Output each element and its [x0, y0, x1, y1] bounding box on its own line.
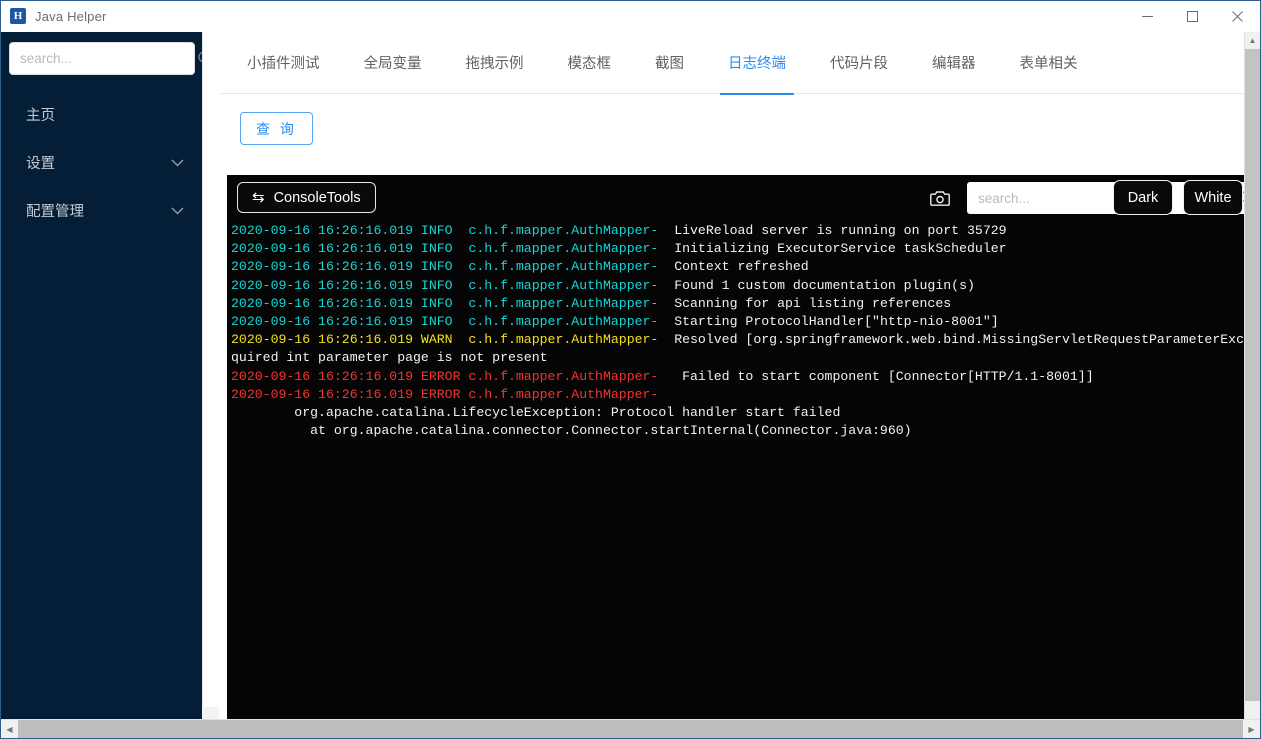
tab-label: 代码片段 — [830, 56, 888, 72]
log-line-prefix: 2020-09-16 16:26:16.019 INFO c.h.f.mappe… — [231, 295, 675, 311]
tab-drag-example[interactable]: 拖拽示例 — [444, 32, 546, 94]
sidebar-nav: 主页 设置 配置管理 — [1, 90, 202, 234]
sidebar-search[interactable] — [9, 42, 213, 75]
sidebar-item-label: 配置管理 — [26, 203, 84, 220]
tab-label: 模态框 — [567, 56, 612, 72]
log-line-prefix: 2020-09-16 16:26:16.019 INFO c.h.f.mappe… — [231, 314, 675, 330]
console-toolbar: ⇆ ConsoleTools search... Dark White — [227, 175, 1247, 222]
log-line: 2020-09-16 16:26:16.019 INFO c.h.f.mappe… — [231, 222, 1247, 240]
log-line-message: Found 1 custom documentation plugin(s) — [674, 277, 975, 293]
tab-label: 拖拽示例 — [465, 56, 524, 72]
sidebar-item-config-management[interactable]: 配置管理 — [1, 186, 202, 234]
log-line-message: Starting ProtocolHandler["http-nio-8001"… — [674, 314, 999, 330]
log-line-message: Context refreshed — [674, 259, 809, 275]
log-line: 2020-09-16 16:26:16.019 INFO c.h.f.mappe… — [231, 313, 1247, 331]
vertical-scroll-thumb[interactable] — [1245, 49, 1260, 701]
log-line: 2020-09-16 16:26:16.019 ERROR c.h.f.mapp… — [231, 368, 1247, 386]
console-tools-button[interactable]: ⇆ ConsoleTools — [237, 182, 376, 213]
tab-label: 截图 — [655, 56, 684, 72]
main-content: 小插件测试 全局变量 拖拽示例 模态框 截图 日志终端 代码片段 编辑器 表单相… — [220, 32, 1247, 738]
dark-theme-button[interactable]: Dark — [1113, 180, 1173, 215]
log-line-prefix: 2020-09-16 16:26:16.019 ERROR c.h.f.mapp… — [231, 368, 675, 384]
sidebar-item-label: 设置 — [26, 155, 55, 172]
chevron-down-icon — [171, 158, 184, 167]
title-bar-left: H Java Helper — [1, 8, 107, 24]
tab-code-snippet[interactable]: 代码片段 — [808, 32, 910, 94]
tab-label: 表单相关 — [1019, 56, 1078, 72]
sidebar-item-home[interactable]: 主页 — [1, 90, 202, 138]
tab-bar: 小插件测试 全局变量 拖拽示例 模态框 截图 日志终端 代码片段 编辑器 表单相… — [220, 32, 1247, 95]
log-line-prefix: 2020-09-16 16:26:16.019 INFO c.h.f.mappe… — [231, 277, 675, 293]
log-line: at org.apache.catalina.connector.Connect… — [231, 422, 1247, 440]
tab-screenshot[interactable]: 截图 — [633, 32, 706, 94]
log-line-message: Resolved [org.springframework.web.bind.M… — [674, 332, 1247, 348]
log-line-prefix: 2020-09-16 16:26:16.019 INFO c.h.f.mappe… — [231, 259, 675, 275]
log-line-message: quired int parameter page is not present — [231, 350, 548, 366]
log-line: 2020-09-16 16:26:16.019 WARN c.h.f.mappe… — [231, 331, 1247, 349]
application-window: H Java Helper 主页 — [0, 0, 1261, 739]
tab-label: 编辑器 — [932, 56, 976, 72]
main-panel: 小插件测试 全局变量 拖拽示例 模态框 截图 日志终端 代码片段 编辑器 表单相… — [202, 32, 1247, 738]
scroll-corner — [202, 707, 219, 719]
query-toolbar: 查 询 — [220, 94, 1247, 155]
minimize-icon[interactable] — [1125, 1, 1170, 32]
log-line-message: Failed to start component [Connector[HTT… — [674, 368, 1094, 384]
log-line-prefix: 2020-09-16 16:26:16.019 INFO c.h.f.mappe… — [231, 241, 675, 257]
log-line-prefix: 2020-09-16 16:26:16.019 ERROR c.h.f.mapp… — [231, 386, 659, 402]
scroll-left-icon[interactable]: ◀ — [1, 720, 18, 738]
chevron-down-icon — [171, 206, 184, 215]
log-line-prefix: 2020-09-16 16:26:16.019 WARN c.h.f.mappe… — [231, 332, 675, 348]
query-button[interactable]: 查 询 — [240, 112, 313, 145]
tab-label: 日志终端 — [728, 56, 786, 72]
window-title: Java Helper — [35, 8, 107, 24]
tab-log-terminal[interactable]: 日志终端 — [706, 32, 808, 95]
tab-global-variables[interactable]: 全局变量 — [342, 32, 444, 94]
title-bar: H Java Helper — [1, 1, 1260, 32]
swap-arrows-icon: ⇆ — [252, 189, 265, 206]
log-line: org.apache.catalina.LifecycleException: … — [231, 404, 1247, 422]
log-line: 2020-09-16 16:26:16.019 INFO c.h.f.mappe… — [231, 295, 1247, 313]
camera-icon[interactable] — [927, 186, 953, 210]
theme-buttons: Dark White — [1113, 180, 1243, 215]
horizontal-scrollbar[interactable]: ◀ ▶ — [1, 719, 1260, 738]
white-theme-button[interactable]: White — [1183, 180, 1243, 215]
vertical-scrollbar[interactable]: ▲ — [1244, 32, 1260, 720]
log-line-message: LiveReload server is running on port 357… — [674, 223, 1007, 238]
horizontal-scroll-thumb[interactable] — [18, 720, 1243, 738]
sidebar-item-settings[interactable]: 设置 — [1, 138, 202, 186]
tab-editor[interactable]: 编辑器 — [910, 32, 998, 94]
tab-label: 小插件测试 — [247, 56, 320, 72]
tab-form-related[interactable]: 表单相关 — [998, 32, 1100, 94]
tab-label: 全局变量 — [363, 56, 422, 72]
log-line-message: Initializing ExecutorService taskSchedul… — [674, 241, 1007, 257]
log-line: 2020-09-16 16:26:16.019 INFO c.h.f.mappe… — [231, 240, 1247, 258]
log-line-prefix: 2020-09-16 16:26:16.019 INFO c.h.f.mappe… — [231, 223, 675, 238]
log-console: ⇆ ConsoleTools search... Dark White 2020… — [227, 175, 1247, 738]
log-line: quired int parameter page is not present — [231, 349, 1247, 367]
sidebar-item-label: 主页 — [26, 107, 55, 124]
log-line: 2020-09-16 16:26:16.019 ERROR c.h.f.mapp… — [231, 386, 1247, 404]
close-icon[interactable] — [1215, 1, 1260, 32]
log-line-message: Scanning for api listing references — [674, 295, 952, 311]
window-controls — [1125, 1, 1260, 32]
log-line: 2020-09-16 16:26:16.019 INFO c.h.f.mappe… — [231, 258, 1247, 276]
scroll-up-icon[interactable]: ▲ — [1245, 32, 1260, 49]
console-tools-label: ConsoleTools — [273, 189, 361, 206]
sidebar: 主页 设置 配置管理 — [1, 32, 213, 720]
log-line-message: at org.apache.catalina.connector.Connect… — [231, 423, 912, 439]
scroll-right-icon[interactable]: ▶ — [1243, 720, 1260, 738]
tab-modal[interactable]: 模态框 — [546, 32, 634, 94]
search-input[interactable] — [20, 51, 197, 66]
maximize-icon[interactable] — [1170, 1, 1215, 32]
log-line-message: org.apache.catalina.LifecycleException: … — [231, 405, 841, 421]
app-logo-icon: H — [10, 8, 26, 24]
log-output[interactable]: 2020-09-16 16:26:16.019 INFO c.h.f.mappe… — [227, 222, 1247, 738]
log-line: 2020-09-16 16:26:16.019 INFO c.h.f.mappe… — [231, 277, 1247, 295]
tab-plugin-test[interactable]: 小插件测试 — [225, 32, 342, 94]
